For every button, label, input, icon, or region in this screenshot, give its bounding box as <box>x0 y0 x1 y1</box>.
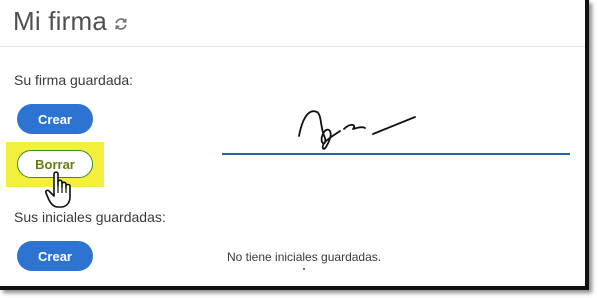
dot-marker <box>303 268 305 270</box>
create-initials-button[interactable]: Crear <box>17 241 93 271</box>
no-initials-message: No tiene iniciales guardadas. <box>227 250 382 264</box>
saved-initials-label: Sus iniciales guardadas: <box>14 209 166 225</box>
create-signature-button[interactable]: Crear <box>17 104 93 134</box>
signature-panel: Mi firma Su firma guardada: Crear Borrar <box>0 0 589 290</box>
signature-baseline <box>222 153 570 155</box>
page-title: Mi firma <box>13 6 108 36</box>
title-divider <box>0 46 585 47</box>
refresh-icon[interactable] <box>113 16 129 32</box>
title-row: Mi firma <box>13 6 129 37</box>
hand-cursor-icon <box>44 170 78 210</box>
saved-signature-label: Su firma guardada: <box>14 72 134 88</box>
saved-signature-image <box>222 98 570 156</box>
